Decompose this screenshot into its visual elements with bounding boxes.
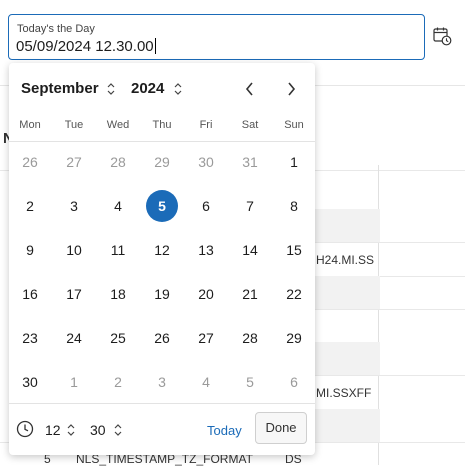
calendar-clock-icon[interactable] — [431, 25, 453, 47]
footer-divider — [9, 403, 315, 404]
weekday-header: Mon Tue Wed Thu Fri Sat Sun — [9, 119, 315, 141]
day-cell[interactable]: 14 — [234, 234, 266, 266]
minute-select[interactable]: 30 — [90, 422, 106, 438]
day-cell[interactable]: 16 — [14, 278, 46, 310]
day-cell[interactable]: 29 — [278, 322, 310, 354]
chevron-up-down-icon[interactable] — [67, 423, 75, 437]
day-cell[interactable]: 1 — [58, 366, 90, 398]
weekday-label: Thu — [152, 119, 172, 131]
weekday-label: Sat — [241, 119, 259, 131]
day-cell[interactable]: 4 — [190, 366, 222, 398]
chevron-up-down-icon[interactable] — [114, 423, 122, 437]
table-cell: MI.SSXFF — [316, 386, 372, 400]
day-cell[interactable]: 9 — [14, 234, 46, 266]
month-select[interactable]: September — [21, 80, 99, 97]
chevron-up-down-icon[interactable] — [174, 82, 182, 96]
field-label: Today's the Day — [17, 23, 95, 35]
day-cell[interactable]: 20 — [190, 278, 222, 310]
year-select[interactable]: 2024 — [131, 80, 164, 97]
datetime-field[interactable]: Today's the Day 05/09/2024 12.30.00 — [8, 14, 425, 60]
weekday-label: Wed — [106, 119, 130, 131]
day-cell[interactable]: 3 — [146, 366, 178, 398]
day-cell[interactable]: 7 — [234, 190, 266, 222]
table-rule — [315, 309, 465, 310]
day-cell[interactable]: 17 — [58, 278, 90, 310]
weekday-label: Mon — [19, 119, 41, 131]
day-cell[interactable]: 24 — [58, 322, 90, 354]
day-cell[interactable]: 21 — [234, 278, 266, 310]
day-cell-selected[interactable]: 5 — [146, 190, 178, 222]
day-cell[interactable]: 26 — [146, 322, 178, 354]
table-cell: H24.MI.SS — [316, 253, 375, 267]
table-row — [310, 409, 380, 442]
day-cell[interactable]: 29 — [146, 146, 178, 178]
day-cell[interactable]: 30 — [190, 146, 222, 178]
datetime-value: 05/09/2024 12.30.00 — [16, 38, 154, 55]
chevron-right-icon[interactable] — [279, 77, 303, 101]
today-button[interactable]: Today — [207, 423, 242, 438]
day-cell[interactable]: 30 — [14, 366, 46, 398]
day-cell[interactable]: 25 — [102, 322, 134, 354]
day-cell[interactable]: 4 — [102, 190, 134, 222]
chevron-up-down-icon[interactable] — [107, 82, 115, 96]
table-rule — [315, 242, 465, 243]
day-cell[interactable]: 6 — [278, 366, 310, 398]
day-cell[interactable]: 6 — [190, 190, 222, 222]
table-row — [310, 276, 380, 309]
day-cell[interactable]: 18 — [102, 278, 134, 310]
day-cell[interactable]: 23 — [14, 322, 46, 354]
day-cell[interactable]: 11 — [102, 234, 134, 266]
table-row — [310, 342, 380, 375]
day-cell[interactable]: 2 — [14, 190, 46, 222]
table-rule — [315, 375, 465, 376]
weekday-label: Tue — [64, 119, 84, 131]
day-cell[interactable]: 19 — [146, 278, 178, 310]
day-cell[interactable]: 3 — [58, 190, 90, 222]
done-button[interactable]: Done — [255, 412, 307, 444]
day-cell[interactable]: 28 — [234, 322, 266, 354]
day-cell[interactable]: 8 — [278, 190, 310, 222]
day-cell[interactable]: 12 — [146, 234, 178, 266]
day-cell[interactable]: 2 — [102, 366, 134, 398]
weekday-label: Fri — [199, 119, 213, 131]
day-cell[interactable]: 15 — [278, 234, 310, 266]
day-cell[interactable]: 27 — [58, 146, 90, 178]
day-cell[interactable]: 27 — [190, 322, 222, 354]
clock-icon — [16, 420, 34, 438]
day-cell[interactable]: 22 — [278, 278, 310, 310]
weekday-label: Sun — [284, 119, 304, 131]
day-cell[interactable]: 13 — [190, 234, 222, 266]
day-cell[interactable]: 28 — [102, 146, 134, 178]
day-cell[interactable]: 1 — [278, 146, 310, 178]
calendar-popup: September 2024 Mon Tue Wed Thu Fri Sat Sun 26 2… — [9, 63, 315, 455]
datetime-input[interactable]: 05/09/2024 12.30.00 — [16, 38, 156, 55]
day-cell[interactable]: 31 — [234, 146, 266, 178]
table-row — [310, 209, 380, 242]
day-cell[interactable]: 26 — [14, 146, 46, 178]
text-caret — [154, 38, 156, 54]
weekday-divider — [9, 141, 315, 142]
hour-select[interactable]: 12 — [45, 422, 61, 438]
chevron-left-icon[interactable] — [238, 77, 262, 101]
day-cell[interactable]: 5 — [234, 366, 266, 398]
day-cell[interactable]: 10 — [58, 234, 90, 266]
